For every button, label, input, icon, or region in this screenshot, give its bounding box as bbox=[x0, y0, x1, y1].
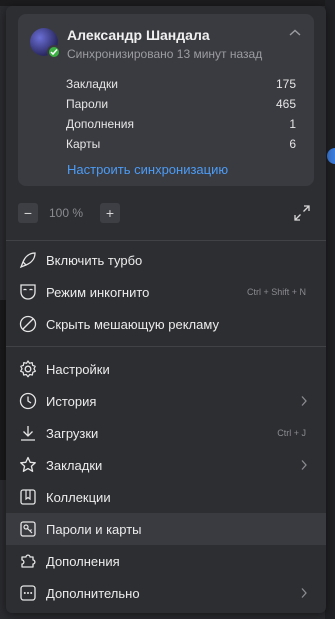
menu-item-label: Закладки bbox=[46, 457, 103, 473]
stat-value: 465 bbox=[275, 97, 296, 111]
page-background-right bbox=[325, 0, 335, 619]
shortcut-hint: Ctrl + J bbox=[277, 428, 306, 438]
sync-settings-link[interactable]: Настроить синхронизацию bbox=[67, 162, 228, 177]
stat-label: Дополнения bbox=[66, 117, 134, 131]
sync-stats: Закладки 175 Пароли 465 Дополнения 1 Кар… bbox=[66, 74, 296, 154]
stat-value: 1 bbox=[289, 117, 296, 131]
menu-item-collections[interactable]: Коллекции bbox=[6, 481, 326, 513]
menu-item-incognito[interactable]: Режим инкогнито Ctrl + Shift + N bbox=[6, 276, 326, 308]
menu-item-settings[interactable]: Настройки bbox=[6, 353, 326, 385]
menu-item-turbo[interactable]: Включить турбо bbox=[6, 244, 326, 276]
sync-status: Синхронизировано 13 минут назад bbox=[67, 47, 263, 61]
menu-item-label: История bbox=[46, 393, 97, 409]
chevron-up-icon[interactable] bbox=[288, 28, 302, 38]
user-name: Александр Шандала bbox=[67, 27, 210, 43]
menu-item-label: Дополнения bbox=[46, 553, 120, 569]
menu-item-label: Скрыть мешающую рекламу bbox=[46, 316, 219, 332]
menu-item-label: Настройки bbox=[46, 361, 110, 377]
zoom-out-button[interactable]: − bbox=[18, 203, 38, 223]
stat-label: Пароли bbox=[66, 97, 109, 111]
stat-row-cards: Карты 6 bbox=[66, 134, 296, 154]
zoom-in-button[interactable]: + bbox=[100, 203, 120, 223]
stat-row-passwords: Пароли 465 bbox=[66, 94, 296, 114]
more-icon bbox=[18, 583, 38, 603]
menu-item-extensions[interactable]: Дополнения bbox=[6, 545, 326, 577]
menu-item-downloads[interactable]: Загрузки Ctrl + J bbox=[6, 417, 326, 449]
menu-item-history[interactable]: История bbox=[6, 385, 326, 417]
menu-item-more[interactable]: Дополнительно bbox=[6, 577, 326, 609]
mask-icon bbox=[18, 282, 38, 302]
stat-value: 175 bbox=[275, 77, 296, 91]
menu-item-label: Коллекции bbox=[46, 489, 111, 505]
menu-item-label: Пароли и карты bbox=[46, 521, 142, 537]
menu-item-adblock[interactable]: Скрыть мешающую рекламу bbox=[6, 308, 326, 340]
clock-icon bbox=[18, 391, 38, 411]
divider bbox=[6, 240, 326, 241]
key-icon bbox=[18, 519, 38, 539]
download-icon bbox=[18, 423, 38, 443]
stat-label: Карты bbox=[66, 137, 101, 151]
chevron-right-icon bbox=[300, 459, 308, 471]
menu-item-label: Режим инкогнито bbox=[46, 284, 150, 300]
menu-item-passwords[interactable]: Пароли и карты bbox=[6, 513, 326, 545]
star-icon bbox=[18, 455, 38, 475]
menu-item-bookmarks[interactable]: Закладки bbox=[6, 449, 326, 481]
chevron-right-icon bbox=[300, 395, 308, 407]
zoom-controls: − 100 % + bbox=[18, 203, 314, 227]
stat-row-extensions: Дополнения 1 bbox=[66, 114, 296, 134]
collection-icon bbox=[18, 487, 38, 507]
fullscreen-icon[interactable] bbox=[290, 201, 314, 225]
gear-icon bbox=[18, 359, 38, 379]
zoom-level: 100 % bbox=[49, 206, 84, 220]
sync-card[interactable]: Александр Шандала Синхронизировано 13 ми… bbox=[18, 14, 314, 186]
stat-label: Закладки bbox=[66, 77, 118, 91]
puzzle-icon bbox=[18, 551, 38, 571]
stat-value: 6 bbox=[289, 137, 296, 151]
menu-item-label: Дополнительно bbox=[46, 585, 140, 601]
shortcut-hint: Ctrl + Shift + N bbox=[246, 287, 306, 297]
rocket-icon bbox=[18, 250, 38, 270]
avatar[interactable] bbox=[30, 28, 61, 59]
block-icon bbox=[18, 314, 38, 334]
stat-row-bookmarks: Закладки 175 bbox=[66, 74, 296, 94]
menu-item-label: Включить турбо bbox=[46, 252, 143, 268]
divider bbox=[6, 346, 326, 347]
chevron-right-icon bbox=[300, 587, 308, 599]
browser-main-menu: Александр Шандала Синхронизировано 13 ми… bbox=[6, 6, 326, 613]
menu-item-label: Загрузки bbox=[46, 425, 99, 441]
sync-ok-icon bbox=[47, 45, 61, 59]
